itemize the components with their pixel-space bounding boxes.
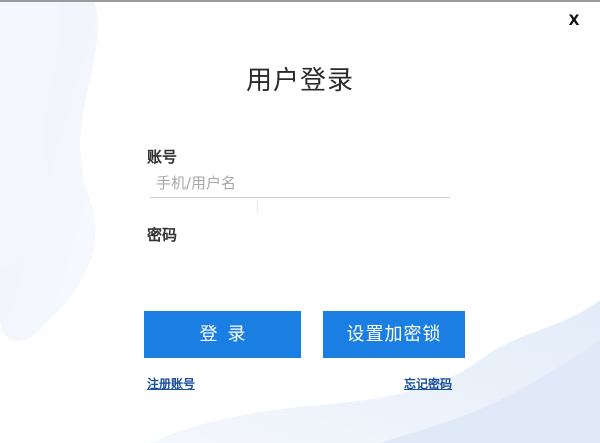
wave-top-left-inner — [0, 2, 62, 270]
wave-top-left — [0, 2, 98, 341]
page-title: 用户登录 — [245, 66, 354, 96]
set-encryption-lock-button[interactable]: 设置加密锁 — [323, 311, 465, 358]
account-label: 账号 — [147, 148, 178, 166]
login-window: X 用户登录 账号 密码 登录 设置加密锁 注册账号 忘记密码 — [0, 0, 600, 443]
password-label: 密码 — [147, 226, 178, 244]
window-top-border — [0, 0, 600, 2]
close-button[interactable]: X — [564, 11, 584, 31]
input-divider — [257, 199, 258, 213]
account-input[interactable] — [150, 168, 450, 198]
forgot-password-link[interactable]: 忘记密码 — [404, 375, 452, 392]
login-button[interactable]: 登录 — [144, 311, 301, 358]
register-account-link[interactable]: 注册账号 — [147, 375, 195, 392]
password-input[interactable] — [150, 248, 450, 278]
